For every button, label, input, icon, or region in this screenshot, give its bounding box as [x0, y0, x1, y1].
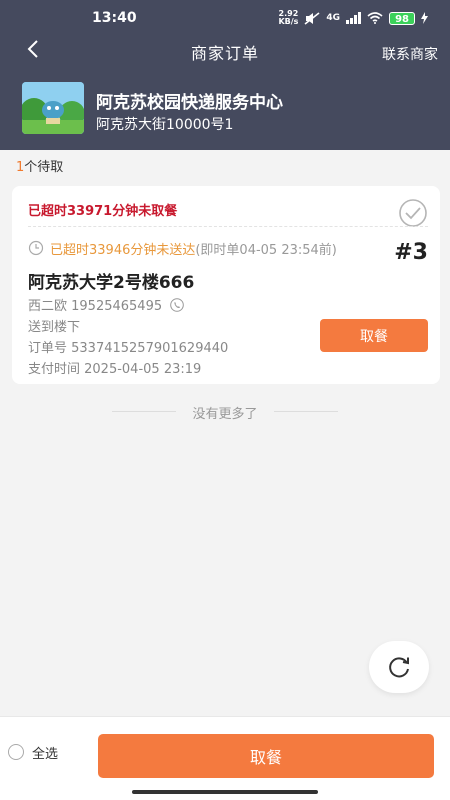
network-type: 4G — [326, 13, 341, 23]
header: 13:40 2.92 KB/s 4G 98 商家订单 联系商家 阿克苏校园快递服… — [0, 0, 450, 150]
pay-time: 支付时间 2025-04-05 23:19 — [28, 362, 202, 377]
net-speed: 2.92 KB/s — [278, 9, 299, 26]
refresh-button[interactable] — [369, 641, 429, 693]
contact-merchant-link[interactable]: 联系商家 — [382, 44, 438, 64]
card-divider — [28, 226, 428, 227]
pending-count-label: 个待取 — [24, 160, 64, 175]
delivery-address: 阿克苏大学2号楼666 — [28, 273, 195, 293]
charging-icon — [421, 12, 428, 24]
delivery-note: 送到楼下 — [28, 320, 81, 335]
pending-count: 1个待取 — [16, 156, 63, 175]
home-indicator — [132, 790, 318, 794]
delivery-overtime-warning: 已超时33946分钟未送达(即时单04-05 23:54前) — [50, 243, 337, 258]
order-number: #3 — [394, 240, 428, 265]
pickup-overtime-warning: 已超时33971分钟未取餐 — [28, 204, 178, 219]
status-time: 13:40 — [92, 10, 137, 26]
phone-icon[interactable] — [170, 298, 185, 312]
order-id: 订单号 5337415257901629440 — [28, 341, 229, 356]
shop-logo — [22, 82, 84, 134]
bottom-bar: 全选 取餐 — [0, 716, 450, 800]
select-all-label[interactable]: 全选 — [32, 743, 58, 762]
mute-icon — [304, 11, 320, 25]
shop-name: 阿克苏校园快递服务中心 — [96, 93, 283, 113]
battery-icon: 98 — [389, 11, 415, 25]
list-end-text: 没有更多了 — [192, 407, 258, 422]
status-bar: 13:40 2.92 KB/s 4G 98 — [0, 8, 450, 32]
customer-contact: 西二欧 19525465495 — [28, 295, 185, 314]
refresh-icon — [389, 657, 409, 678]
list-end-line-right — [274, 411, 338, 412]
signal-icon — [346, 12, 362, 24]
pickup-button[interactable]: 取餐 — [320, 319, 428, 352]
check-circle-icon[interactable] — [398, 198, 428, 228]
wifi-icon — [367, 12, 383, 24]
order-type: (即时单04-05 23:54前) — [195, 243, 337, 258]
status-icons: 2.92 KB/s 4G 98 — [278, 10, 428, 26]
nav-bar: 商家订单 联系商家 — [0, 34, 450, 68]
clock-icon — [28, 240, 44, 256]
select-all-radio[interactable] — [8, 744, 24, 760]
order-card[interactable]: 已超时33971分钟未取餐 已超时33946分钟未送达(即时单04-05 23:… — [12, 186, 440, 384]
shop-address: 阿克苏大街10000号1 — [96, 117, 234, 133]
bulk-pickup-button[interactable]: 取餐 — [98, 734, 434, 778]
